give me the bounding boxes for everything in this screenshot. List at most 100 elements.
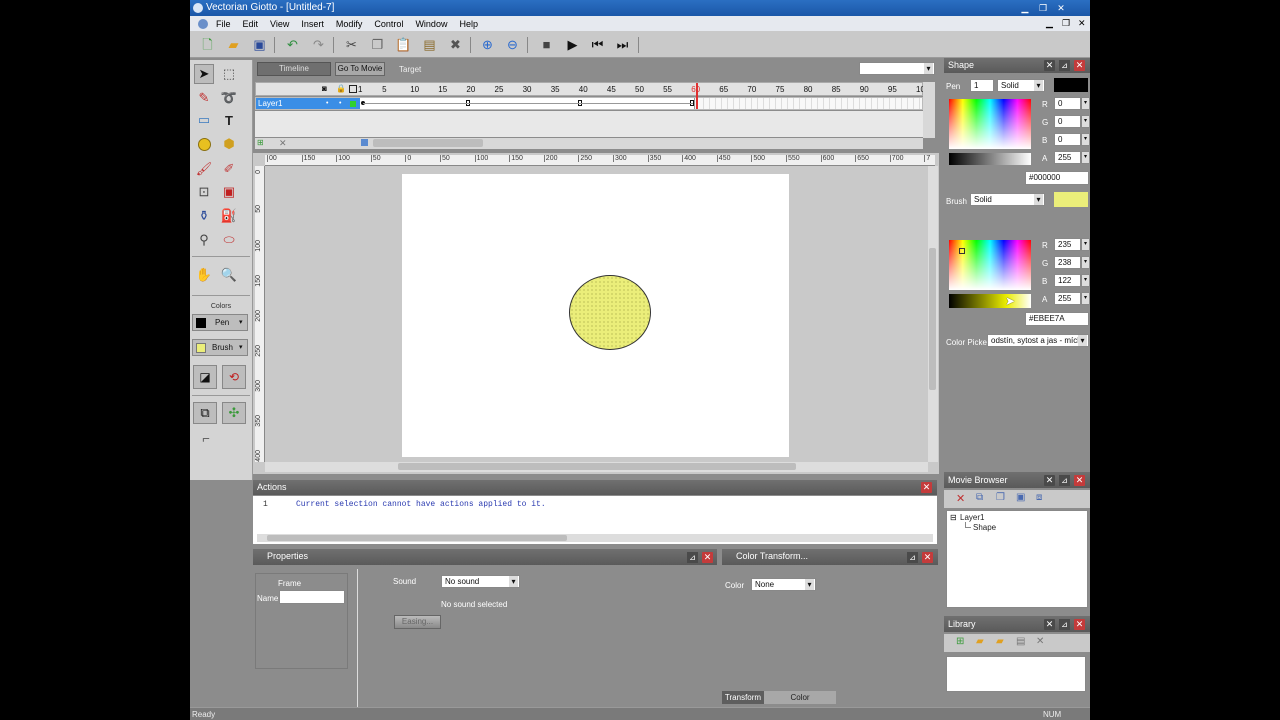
restore-icon[interactable]: ❐ xyxy=(1036,2,1050,14)
save-icon[interactable]: ▣ xyxy=(250,35,269,54)
paste-icon[interactable]: 📋 xyxy=(394,35,413,54)
menu-modify[interactable]: Modify xyxy=(336,19,363,29)
color-transform-select[interactable]: None xyxy=(751,578,816,591)
polygon-tool-icon[interactable]: ⬢ xyxy=(219,134,239,154)
eraser-icon[interactable]: ⬭ xyxy=(219,230,239,250)
mdi-close-icon[interactable]: ✕ xyxy=(1078,18,1086,29)
pen-spectrum-picker[interactable] xyxy=(949,99,1031,149)
pin-icon[interactable]: ⊿ xyxy=(1059,619,1070,630)
import-icon[interactable]: ▰ xyxy=(996,636,1004,647)
tree-collapse-icon[interactable]: ⊟ xyxy=(950,513,957,522)
brush-g-spinner[interactable]: ▾ xyxy=(1081,256,1090,269)
paste-special-icon[interactable]: ▤ xyxy=(420,35,439,54)
gradient-tool-icon[interactable]: ▣ xyxy=(219,182,239,202)
transform-tool-icon[interactable]: ⊡ xyxy=(194,182,214,202)
eye-icon[interactable]: ◙ xyxy=(322,84,327,93)
pin-icon[interactable]: ⊿ xyxy=(1059,475,1070,486)
go-to-movie-button[interactable]: Go To Movie xyxy=(335,62,385,76)
default-colors-icon[interactable]: ◪ xyxy=(193,365,217,389)
brush-color-control[interactable]: Brush ▾ xyxy=(192,339,248,356)
delete-item-icon[interactable]: ✕ xyxy=(956,492,965,505)
layer-lock-dot[interactable]: • xyxy=(339,100,341,107)
undo-icon[interactable]: ↶ xyxy=(283,35,302,54)
rewind-icon[interactable]: ⏮ xyxy=(588,35,607,54)
new-symbol-icon[interactable]: ⊞ xyxy=(956,636,964,647)
menu-file[interactable]: File xyxy=(216,19,231,29)
text-tool-icon[interactable]: T xyxy=(219,110,239,130)
copy-icon[interactable]: ❐ xyxy=(368,35,387,54)
close-icon[interactable]: ✕ xyxy=(922,552,933,563)
properties-icon[interactable]: ▣ xyxy=(1016,492,1025,503)
menu-window[interactable]: Window xyxy=(415,19,447,29)
pen-g-input[interactable]: 0 xyxy=(1054,115,1081,128)
pen-b-input[interactable]: 0 xyxy=(1054,133,1081,146)
zoom-in-icon[interactable]: ⊕ xyxy=(478,35,497,54)
pen-hex-input[interactable]: #000000 xyxy=(1025,171,1089,185)
pen-g-spinner[interactable]: ▾ xyxy=(1081,115,1090,128)
group-icon[interactable]: ⧈ xyxy=(1036,492,1042,503)
copy-item-icon[interactable]: ❐ xyxy=(996,492,1005,503)
brush-b-spinner[interactable]: ▾ xyxy=(1081,274,1090,287)
brush-style-select[interactable]: Solid xyxy=(970,193,1045,206)
brush-b-input[interactable]: 122 xyxy=(1054,274,1081,287)
mdi-minimize-icon[interactable]: ▁ xyxy=(1046,18,1053,29)
frame-name-input[interactable] xyxy=(279,590,345,604)
tree-shape[interactable]: Shape xyxy=(973,523,996,532)
close-icon[interactable]: ✕ xyxy=(1044,60,1055,71)
cut-icon[interactable]: ✂ xyxy=(342,35,361,54)
eyedropper-icon[interactable]: ⚲ xyxy=(194,230,214,250)
pen-r-input[interactable]: 0 xyxy=(1054,97,1081,110)
new-folder-icon[interactable]: ▰ xyxy=(976,636,984,647)
actions-editor[interactable]: 1 Current selection cannot have actions … xyxy=(253,496,937,544)
close-icon[interactable]: ✕ xyxy=(1074,619,1085,630)
close-icon[interactable]: ✕ xyxy=(1044,475,1055,486)
timeline-tab[interactable]: Timeline xyxy=(257,62,331,76)
pin-icon[interactable]: ⊿ xyxy=(907,552,918,563)
brush-spectrum-picker[interactable] xyxy=(949,240,1031,290)
brush-g-input[interactable]: 238 xyxy=(1054,256,1081,269)
play-icon[interactable]: ▶ xyxy=(563,35,582,54)
add-layer-icon[interactable]: ⊞ xyxy=(257,138,264,147)
option-overlap-icon[interactable]: ⧉ xyxy=(193,402,217,424)
zoom-out-icon[interactable]: ⊖ xyxy=(503,35,522,54)
paint-bucket-icon[interactable]: ⛽ xyxy=(219,206,239,226)
tab-color-transformation[interactable]: Color Transformation xyxy=(764,691,836,715)
layer-row[interactable]: Layer1 • • xyxy=(255,83,923,110)
layer-frames[interactable] xyxy=(360,98,695,109)
timeline-hscroll[interactable] xyxy=(373,139,483,147)
center-frame-icon[interactable] xyxy=(361,139,368,146)
layer-visible-dot[interactable]: • xyxy=(326,100,328,107)
menu-insert[interactable]: Insert xyxy=(301,19,324,29)
brush-a-input[interactable]: 255 xyxy=(1054,292,1081,305)
lock-icon[interactable]: 🔒 xyxy=(336,84,346,93)
pen-a-input[interactable]: 255 xyxy=(1054,151,1081,164)
swap-colors-icon[interactable]: ⟲ xyxy=(222,365,246,389)
tab-transform[interactable]: Transform xyxy=(722,691,764,704)
pencil-icon[interactable]: ✎ xyxy=(194,88,214,108)
color-picker-select[interactable]: odstín, sytost a jas - míchá xyxy=(987,334,1089,347)
close-icon[interactable]: ✕ xyxy=(1054,2,1068,14)
duplicate-icon[interactable]: ⧉ xyxy=(976,492,983,503)
selection-arrow-icon[interactable]: ➤ xyxy=(194,64,214,84)
zoom-tool-icon[interactable]: 🔍 xyxy=(219,265,239,285)
brush-r-input[interactable]: 235 xyxy=(1054,238,1081,251)
close-icon[interactable]: ✕ xyxy=(1044,619,1055,630)
close-icon[interactable]: ✕ xyxy=(921,482,932,493)
line-tool-icon[interactable]: ▭ xyxy=(194,110,214,130)
menu-edit[interactable]: Edit xyxy=(243,19,259,29)
menu-help[interactable]: Help xyxy=(459,19,478,29)
brush-hex-input[interactable]: #EBEE7A xyxy=(1025,312,1089,326)
pin-icon[interactable]: ⊿ xyxy=(687,552,698,563)
timeline-vscroll[interactable] xyxy=(923,82,935,138)
actions-hscroll[interactable] xyxy=(257,534,933,542)
menu-view[interactable]: View xyxy=(270,19,289,29)
brush-lightness-slider[interactable]: ➤ xyxy=(949,294,1031,308)
pen-style-select[interactable]: Solid xyxy=(997,79,1045,92)
ink-bottle-icon[interactable]: ⚱ xyxy=(194,206,214,226)
pen-a-spinner[interactable]: ▾ xyxy=(1081,151,1090,164)
tree-layer[interactable]: Layer1 xyxy=(960,513,984,522)
stop-icon[interactable]: ■ xyxy=(537,35,556,54)
close-icon[interactable]: ✕ xyxy=(1074,475,1085,486)
brush-a-spinner[interactable]: ▾ xyxy=(1081,292,1090,305)
sound-select[interactable]: No sound xyxy=(441,575,520,588)
